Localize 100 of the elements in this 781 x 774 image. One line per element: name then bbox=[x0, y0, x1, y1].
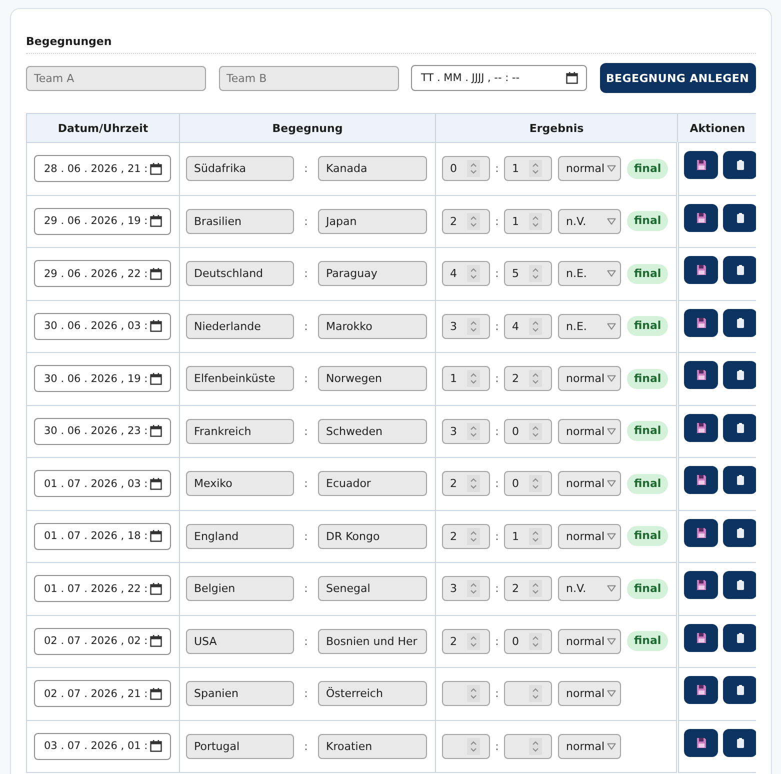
clipboard-button[interactable] bbox=[723, 256, 756, 284]
save-button[interactable] bbox=[684, 361, 718, 389]
team-name-field[interactable]: Bosnien und Her bbox=[318, 628, 427, 654]
score-field[interactable]: 0 bbox=[504, 471, 552, 496]
score-field[interactable] bbox=[504, 681, 552, 706]
team-name-field[interactable]: Spanien bbox=[186, 681, 294, 706]
date-time-field[interactable]: 01 . 07 . 2026 , 22 : bbox=[34, 575, 171, 602]
score-field[interactable]: 1 bbox=[442, 366, 490, 392]
clipboard-button[interactable] bbox=[723, 518, 756, 546]
date-time-field[interactable]: 02 . 07 . 2026 , 21 : bbox=[34, 680, 171, 708]
clipboard-button[interactable] bbox=[723, 308, 756, 336]
team-name-field[interactable]: Paraguay bbox=[318, 261, 427, 286]
clipboard-button[interactable] bbox=[723, 204, 756, 232]
result-type-select[interactable]: normal bbox=[558, 471, 621, 496]
result-type-select[interactable]: n.V. bbox=[558, 576, 621, 602]
team-name-field[interactable]: Südafrika bbox=[186, 156, 294, 182]
team-name-field[interactable]: Niederlande bbox=[186, 314, 294, 339]
team-name-field[interactable]: USA bbox=[186, 628, 294, 654]
result-type-select[interactable]: normal bbox=[558, 681, 621, 706]
date-time-field[interactable]: TT . MM . JJJJ , -- : -- bbox=[411, 65, 587, 91]
clipboard-button[interactable] bbox=[723, 728, 756, 756]
team-name-field[interactable]: Frankreich bbox=[186, 418, 294, 444]
save-button[interactable] bbox=[684, 518, 718, 546]
save-button[interactable] bbox=[684, 676, 718, 704]
date-time-field[interactable]: 01 . 07 . 2026 , 18 : bbox=[34, 522, 171, 550]
result-type-select[interactable]: normal bbox=[558, 366, 621, 392]
clipboard-button[interactable] bbox=[723, 414, 756, 442]
team-name-field[interactable]: Senegal bbox=[318, 576, 427, 602]
score-field[interactable]: 3 bbox=[442, 418, 490, 444]
team-name-field[interactable]: Elfenbeinküste bbox=[186, 366, 294, 392]
score-field[interactable]: 3 bbox=[442, 576, 490, 602]
save-button[interactable] bbox=[684, 728, 718, 756]
save-button[interactable] bbox=[684, 571, 718, 599]
result-type-select[interactable]: n.E. bbox=[558, 261, 621, 286]
team-name-field[interactable]: DR Kongo bbox=[318, 524, 427, 549]
team-name-field[interactable]: Portugal bbox=[186, 734, 294, 759]
result-type-select[interactable]: normal bbox=[558, 628, 621, 654]
team-name-field[interactable]: Österreich bbox=[318, 681, 427, 706]
result-type-select[interactable]: normal bbox=[558, 734, 621, 759]
date-time-field[interactable]: 30 . 06 . 2026 , 19 : bbox=[34, 365, 171, 392]
team-name-field[interactable]: Brasilien bbox=[186, 208, 294, 234]
score-field[interactable]: 2 bbox=[504, 366, 552, 392]
date-time-field[interactable]: 03 . 07 . 2026 , 01 : bbox=[34, 732, 171, 760]
clipboard-button[interactable] bbox=[723, 361, 756, 389]
save-button[interactable] bbox=[684, 466, 718, 494]
date-time-field[interactable]: 30 . 06 . 2026 , 03 : bbox=[34, 312, 171, 340]
score-field[interactable] bbox=[442, 681, 490, 706]
score-field[interactable]: 2 bbox=[442, 628, 490, 654]
team-name-field[interactable]: Mexiko bbox=[186, 471, 294, 496]
result-type-select[interactable]: n.V. bbox=[558, 208, 621, 234]
team-name-field[interactable]: Norwegen bbox=[318, 366, 427, 392]
team-name-field[interactable]: Kroatien bbox=[318, 734, 427, 759]
score-field[interactable]: 2 bbox=[504, 576, 552, 602]
save-button[interactable] bbox=[684, 204, 718, 232]
score-field[interactable]: 1 bbox=[504, 524, 552, 549]
score-field[interactable]: 0 bbox=[504, 418, 552, 444]
clipboard-button[interactable] bbox=[723, 571, 756, 599]
date-time-field[interactable]: 29 . 06 . 2026 , 22 : bbox=[34, 260, 171, 288]
team-name-field[interactable]: Japan bbox=[318, 208, 427, 234]
score-field[interactable]: 4 bbox=[504, 314, 552, 339]
save-button[interactable] bbox=[684, 151, 718, 179]
team-b-field[interactable]: Team B bbox=[218, 66, 398, 90]
date-time-field[interactable]: 02 . 07 . 2026 , 02 : bbox=[34, 628, 171, 655]
score-field[interactable]: 2 bbox=[442, 208, 490, 234]
date-time-field[interactable]: 01 . 07 . 2026 , 03 : bbox=[34, 470, 171, 498]
date-time-field[interactable]: 29 . 06 . 2026 , 19 : bbox=[34, 208, 171, 235]
team-name-field[interactable]: Deutschland bbox=[186, 261, 294, 286]
save-button[interactable] bbox=[684, 624, 718, 652]
score-field[interactable]: 4 bbox=[442, 261, 490, 286]
result-type-select[interactable]: normal bbox=[558, 418, 621, 444]
score-field[interactable]: 1 bbox=[504, 208, 552, 234]
create-match-button[interactable]: BEGEGNUNG ANLEGEN bbox=[600, 63, 756, 93]
team-name-field[interactable]: Kanada bbox=[318, 156, 427, 182]
result-type-select[interactable]: normal bbox=[558, 156, 621, 182]
score-field[interactable]: 1 bbox=[504, 156, 552, 182]
score-field[interactable]: 0 bbox=[442, 156, 490, 182]
save-button[interactable] bbox=[684, 256, 718, 284]
team-name-field[interactable]: England bbox=[186, 524, 294, 549]
result-type-select[interactable]: normal bbox=[558, 524, 621, 549]
clipboard-button[interactable] bbox=[723, 151, 756, 179]
score-field[interactable]: 2 bbox=[442, 471, 490, 496]
team-name-field[interactable]: Ecuador bbox=[318, 471, 427, 496]
clipboard-button[interactable] bbox=[723, 466, 756, 494]
save-button[interactable] bbox=[684, 414, 718, 442]
date-time-field[interactable]: 30 . 06 . 2026 , 23 : bbox=[34, 418, 171, 445]
clipboard-button[interactable] bbox=[723, 624, 756, 652]
score-field[interactable]: 2 bbox=[442, 524, 490, 549]
team-name-field[interactable]: Marokko bbox=[318, 314, 427, 339]
save-button[interactable] bbox=[684, 308, 718, 336]
score-field[interactable] bbox=[442, 734, 490, 759]
score-field[interactable]: 0 bbox=[504, 628, 552, 654]
team-a-field[interactable]: Team A bbox=[26, 66, 206, 90]
team-name-field[interactable]: Schweden bbox=[318, 418, 427, 444]
score-field[interactable] bbox=[504, 734, 552, 759]
result-type-select[interactable]: n.E. bbox=[558, 314, 621, 339]
score-field[interactable]: 5 bbox=[504, 261, 552, 286]
team-name-field[interactable]: Belgien bbox=[186, 576, 294, 602]
date-time-field[interactable]: 28 . 06 . 2026 , 21 : bbox=[34, 155, 171, 182]
score-field[interactable]: 3 bbox=[442, 314, 490, 339]
clipboard-button[interactable] bbox=[723, 676, 756, 704]
